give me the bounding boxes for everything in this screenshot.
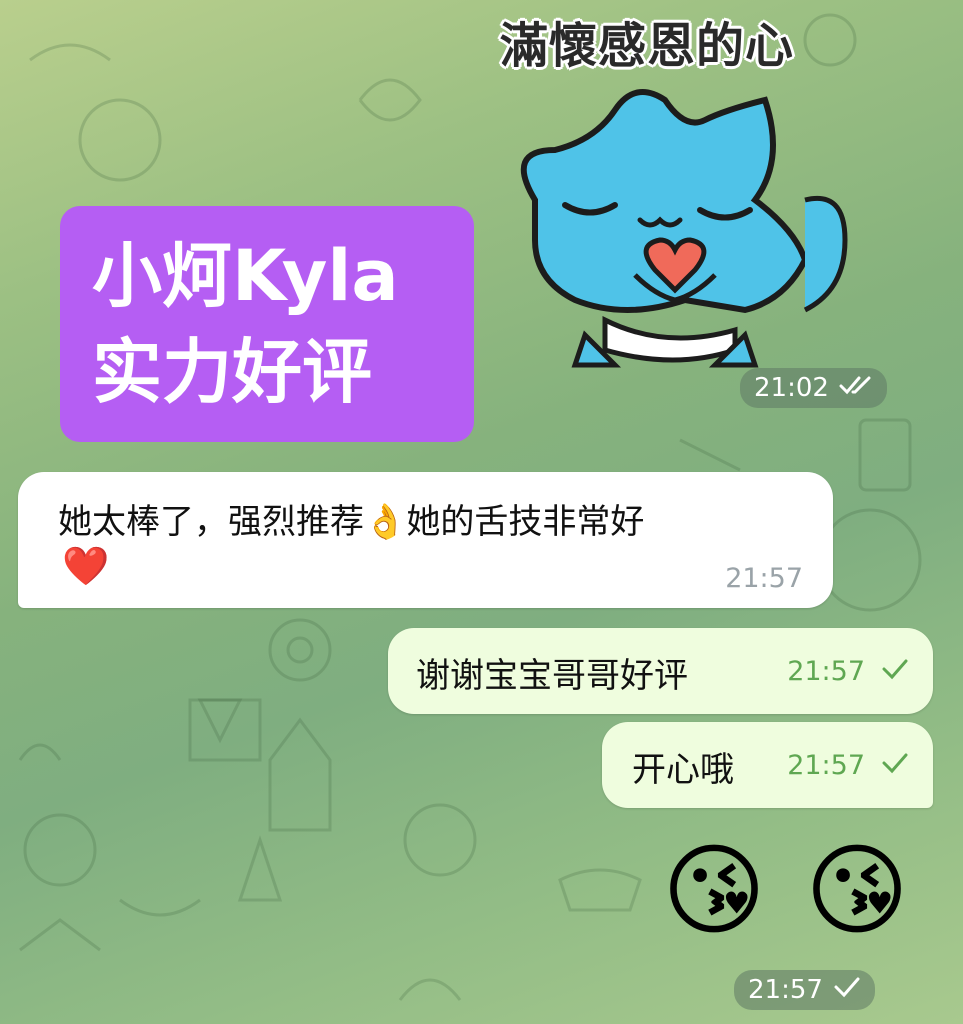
time-label: 21:57	[725, 563, 803, 594]
badge-line-2: 实力好评	[92, 331, 372, 413]
time-label: 21:57	[787, 656, 865, 687]
message-text: 她太棒了，强烈推荐👌她的舌技非常好	[58, 502, 645, 542]
badge-line-1: 小炣Kyla	[92, 235, 399, 317]
outgoing-message[interactable]: 谢谢宝宝哥哥好评 21:57	[388, 628, 933, 714]
single-check-icon	[881, 656, 909, 687]
message-meta: 21:57	[787, 750, 909, 781]
message-text: 开心哦	[632, 750, 734, 790]
message-text: 谢谢宝宝哥哥好评	[416, 656, 688, 696]
sticker-caption: 滿懷感恩的心	[500, 18, 795, 74]
sticker-time: 21:02	[740, 368, 887, 408]
incoming-message[interactable]: 她太棒了，强烈推荐👌她的舌技非常好 ❤️ 21:57	[18, 472, 833, 608]
single-check-icon	[881, 750, 909, 781]
outgoing-message[interactable]: 开心哦 21:57	[602, 722, 933, 808]
heart-emoji: ❤️	[62, 544, 110, 588]
kiss-emoji: 😘	[661, 832, 767, 949]
time-label: 21:02	[754, 373, 829, 403]
blue-cat-sticker[interactable]	[505, 80, 865, 370]
time-label: 21:57	[787, 750, 865, 781]
single-check-icon	[833, 970, 861, 1010]
emoji-time: 21:57	[734, 970, 875, 1010]
message-meta: 21:57	[787, 656, 909, 687]
message-meta: 21:57	[725, 563, 803, 594]
time-label: 21:57	[748, 975, 823, 1005]
kiss-emoji: 😘	[804, 832, 910, 949]
promo-image[interactable]: 小炣Kyla 实力好评	[60, 206, 474, 442]
double-check-icon	[839, 368, 873, 408]
